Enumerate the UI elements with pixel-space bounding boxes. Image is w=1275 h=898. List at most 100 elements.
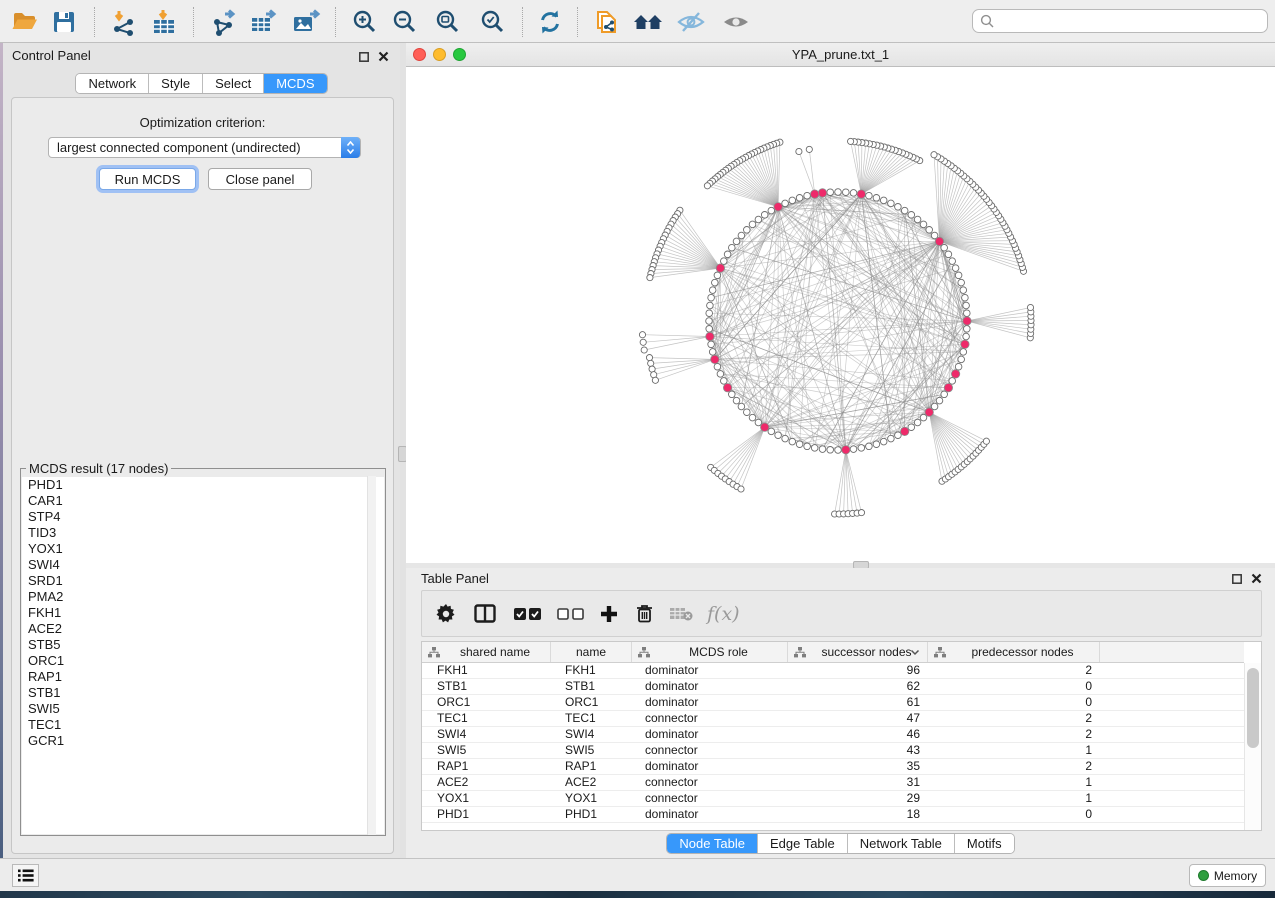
- cell-mcds_role[interactable]: connector: [632, 743, 788, 758]
- cell-predecessor_nodes[interactable]: 0: [928, 807, 1100, 822]
- copy-network-icon[interactable]: [589, 5, 623, 39]
- cell-successor_nodes[interactable]: 35: [788, 759, 928, 774]
- cell-predecessor_nodes[interactable]: 2: [928, 711, 1100, 726]
- cell-name[interactable]: SWI5: [551, 743, 632, 758]
- show-all-icon[interactable]: [719, 5, 753, 39]
- mcds-result-item[interactable]: ACE2: [22, 621, 384, 637]
- table-row-SWI4[interactable]: SWI4SWI4dominator462: [422, 727, 1244, 743]
- mcds-result-item[interactable]: SRD1: [22, 573, 384, 589]
- table-row-TEC1[interactable]: TEC1TEC1connector472: [422, 711, 1244, 727]
- search-input[interactable]: [999, 14, 1267, 28]
- export-table-icon[interactable]: [247, 5, 281, 39]
- mcds-result-item[interactable]: ORC1: [22, 653, 384, 669]
- float-panel-icon[interactable]: [357, 50, 370, 63]
- export-image-icon[interactable]: [289, 5, 323, 39]
- search-box[interactable]: [972, 9, 1268, 33]
- refresh-view-icon[interactable]: [533, 5, 567, 39]
- cell-mcds_role[interactable]: connector: [632, 791, 788, 806]
- mcds-result-item[interactable]: TEC1: [22, 717, 384, 733]
- cell-shared_name[interactable]: STB1: [422, 679, 551, 694]
- cell-name[interactable]: PHD1: [551, 807, 632, 822]
- cell-successor_nodes[interactable]: 29: [788, 791, 928, 806]
- tab-network[interactable]: Network: [76, 74, 148, 93]
- cell-predecessor_nodes[interactable]: 1: [928, 791, 1100, 806]
- run-mcds-button[interactable]: Run MCDS: [99, 168, 196, 190]
- tab-mcds[interactable]: MCDS: [263, 74, 326, 93]
- cell-name[interactable]: FKH1: [551, 663, 632, 678]
- cell-mcds_role[interactable]: dominator: [632, 695, 788, 710]
- cell-successor_nodes[interactable]: 62: [788, 679, 928, 694]
- export-network-icon[interactable]: [207, 5, 241, 39]
- zoom-out-icon[interactable]: [388, 5, 422, 39]
- cell-shared_name[interactable]: YOX1: [422, 791, 551, 806]
- table-scrollbar[interactable]: [1244, 663, 1261, 830]
- optimization-criterion-select[interactable]: largest connected component (undirected): [48, 137, 361, 158]
- cell-name[interactable]: RAP1: [551, 759, 632, 774]
- mcds-result-item[interactable]: PMA2: [22, 589, 384, 605]
- cell-name[interactable]: STB1: [551, 679, 632, 694]
- column-header-successor-nodes[interactable]: successor nodes: [788, 642, 928, 662]
- column-header-shared-name[interactable]: shared name: [422, 642, 551, 662]
- table-row-ORC1[interactable]: ORC1ORC1dominator610: [422, 695, 1244, 711]
- show-columns-icon[interactable]: [474, 604, 496, 623]
- zoom-in-icon[interactable]: [348, 5, 382, 39]
- first-neighbors-icon[interactable]: [631, 5, 665, 39]
- tab-network-table[interactable]: Network Table: [847, 834, 954, 853]
- memory-button[interactable]: Memory: [1189, 864, 1266, 887]
- cell-name[interactable]: ORC1: [551, 695, 632, 710]
- tab-select[interactable]: Select: [202, 74, 263, 93]
- cell-predecessor_nodes[interactable]: 2: [928, 663, 1100, 678]
- cell-shared_name[interactable]: SWI5: [422, 743, 551, 758]
- zoom-selected-icon[interactable]: [476, 5, 510, 39]
- tab-edge-table[interactable]: Edge Table: [757, 834, 847, 853]
- cell-mcds_role[interactable]: dominator: [632, 727, 788, 742]
- table-row-FKH1[interactable]: FKH1FKH1dominator962: [422, 663, 1244, 679]
- cell-predecessor_nodes[interactable]: 0: [928, 695, 1100, 710]
- cell-shared_name[interactable]: ORC1: [422, 695, 551, 710]
- cell-mcds_role[interactable]: connector: [632, 711, 788, 726]
- scrollbar-thumb[interactable]: [1247, 668, 1259, 748]
- mcds-result-item[interactable]: TID3: [22, 525, 384, 541]
- mcds-result-item[interactable]: PHD1: [22, 477, 384, 493]
- cell-predecessor_nodes[interactable]: 2: [928, 759, 1100, 774]
- import-table-icon[interactable]: [147, 5, 181, 39]
- mcds-result-item[interactable]: STP4: [22, 509, 384, 525]
- table-row-RAP1[interactable]: RAP1RAP1dominator352: [422, 759, 1244, 775]
- table-options-icon[interactable]: [436, 604, 456, 624]
- mcds-result-item[interactable]: CAR1: [22, 493, 384, 509]
- mcds-result-item[interactable]: STB1: [22, 685, 384, 701]
- select-all-checks-icon[interactable]: [514, 608, 541, 620]
- cell-predecessor_nodes[interactable]: 1: [928, 743, 1100, 758]
- delete-table-icon[interactable]: [669, 607, 693, 621]
- cell-name[interactable]: YOX1: [551, 791, 632, 806]
- table-row-YOX1[interactable]: YOX1YOX1connector291: [422, 791, 1244, 807]
- function-builder-icon[interactable]: f(x): [707, 603, 740, 625]
- cell-predecessor_nodes[interactable]: 0: [928, 679, 1100, 694]
- table-row-SWI5[interactable]: SWI5SWI5connector431: [422, 743, 1244, 759]
- cell-shared_name[interactable]: RAP1: [422, 759, 551, 774]
- mcds-result-item[interactable]: YOX1: [22, 541, 384, 557]
- cell-shared_name[interactable]: FKH1: [422, 663, 551, 678]
- open-file-icon[interactable]: [7, 5, 41, 39]
- cell-name[interactable]: TEC1: [551, 711, 632, 726]
- close-panel-button[interactable]: Close panel: [208, 168, 312, 190]
- delete-row-icon[interactable]: [636, 604, 653, 623]
- add-row-icon[interactable]: [600, 605, 618, 623]
- column-header-predecessor-nodes[interactable]: predecessor nodes: [928, 642, 1100, 662]
- cell-shared_name[interactable]: PHD1: [422, 807, 551, 822]
- cell-shared_name[interactable]: ACE2: [422, 775, 551, 790]
- cell-predecessor_nodes[interactable]: 2: [928, 727, 1100, 742]
- cell-successor_nodes[interactable]: 61: [788, 695, 928, 710]
- mcds-result-item[interactable]: SWI5: [22, 701, 384, 717]
- tab-node-table[interactable]: Node Table: [667, 834, 757, 853]
- hide-selected-icon[interactable]: [674, 5, 708, 39]
- cell-successor_nodes[interactable]: 46: [788, 727, 928, 742]
- mcds-result-item[interactable]: STB5: [22, 637, 384, 653]
- column-header-MCDS-role[interactable]: MCDS role: [632, 642, 788, 662]
- network-canvas[interactable]: [406, 67, 1275, 563]
- table-row-STB1[interactable]: STB1STB1dominator620: [422, 679, 1244, 695]
- column-header-name[interactable]: name: [551, 642, 632, 662]
- float-panel-icon[interactable]: [1230, 572, 1243, 585]
- deselect-all-checks-icon[interactable]: [557, 608, 584, 620]
- cell-shared_name[interactable]: SWI4: [422, 727, 551, 742]
